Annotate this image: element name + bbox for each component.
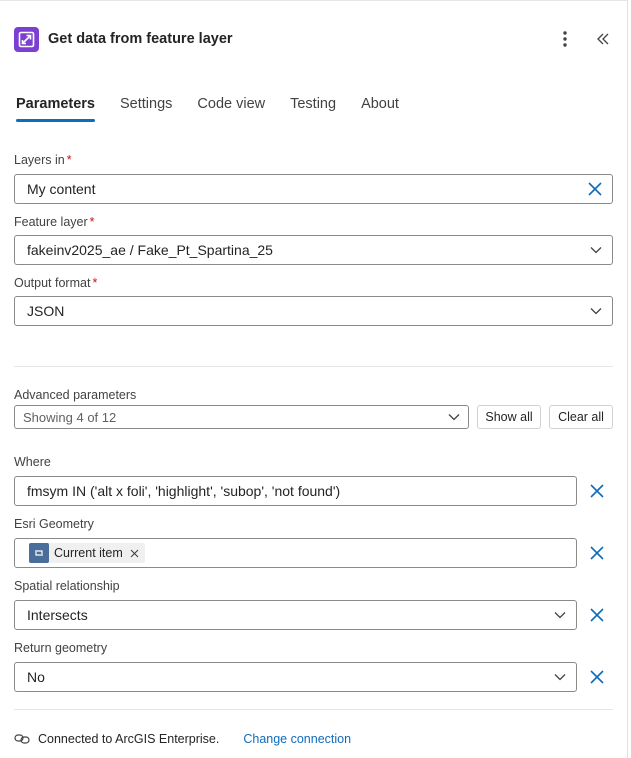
where-label: Where: [14, 455, 51, 469]
feature-layer-dropdown[interactable]: fakeinv2025_ae / Fake_Pt_Spartina_25: [14, 235, 613, 265]
chevron-down-icon: [554, 601, 566, 629]
remove-esri-geometry-icon[interactable]: [586, 542, 608, 564]
tab-settings[interactable]: Settings: [120, 96, 172, 122]
more-options-icon[interactable]: [555, 29, 575, 49]
feature-layer-value: fakeinv2025_ae / Fake_Pt_Spartina_25: [27, 242, 273, 258]
required-marker: *: [66, 153, 72, 167]
footer-divider: [14, 709, 613, 710]
required-marker: *: [92, 276, 98, 290]
tab-code-view[interactable]: Code view: [197, 96, 265, 122]
advanced-parameters-label: Advanced parameters: [14, 388, 137, 402]
tab-bar: Parameters Settings Code view Testing Ab…: [16, 96, 424, 122]
connection-status: Connected to ArcGIS Enterprise.: [38, 732, 220, 746]
spatial-relationship-dropdown[interactable]: Intersects: [14, 600, 577, 630]
collapse-panel-icon[interactable]: [593, 29, 613, 49]
layers-in-value: My content: [27, 181, 96, 197]
spatial-relationship-value: Intersects: [27, 607, 88, 623]
tab-testing[interactable]: Testing: [290, 96, 336, 122]
change-connection-link[interactable]: Change connection: [243, 732, 351, 746]
output-format-label-text: Output format: [14, 276, 91, 290]
layers-in-label: Layers in *: [14, 153, 72, 167]
link-icon: [14, 731, 30, 747]
remove-return-geometry-icon[interactable]: [586, 666, 608, 688]
return-geometry-dropdown[interactable]: No: [14, 662, 577, 692]
clear-icon[interactable]: [588, 175, 602, 203]
esri-geometry-input[interactable]: Current item: [14, 538, 577, 568]
where-value: fmsym IN ('alt x foli', 'highlight', 'su…: [27, 483, 341, 499]
layers-in-field[interactable]: My content: [14, 174, 613, 204]
section-divider: [14, 366, 613, 367]
where-input[interactable]: fmsym IN ('alt x foli', 'highlight', 'su…: [14, 476, 577, 506]
action-app-icon: [14, 26, 39, 52]
remove-spatial-relationship-icon[interactable]: [586, 604, 608, 626]
remove-token-icon[interactable]: [130, 549, 139, 558]
panel-header: Get data from feature layer: [14, 26, 613, 52]
panel-title: Get data from feature layer: [48, 31, 233, 47]
action-panel: Get data from feature layer Parameters S…: [0, 0, 628, 758]
tab-parameters[interactable]: Parameters: [16, 96, 95, 122]
loop-icon: [29, 543, 49, 563]
layers-in-label-text: Layers in: [14, 153, 65, 167]
header-actions: [555, 26, 613, 52]
return-geometry-value: No: [27, 669, 45, 685]
clear-all-button[interactable]: Clear all: [549, 405, 613, 429]
chevron-down-icon: [554, 663, 566, 691]
current-item-token: Current item: [29, 543, 145, 563]
show-all-button[interactable]: Show all: [477, 405, 541, 429]
chevron-down-icon: [448, 406, 460, 428]
spatial-relationship-label: Spatial relationship: [14, 579, 120, 593]
tab-about[interactable]: About: [361, 96, 399, 122]
output-format-value: JSON: [27, 303, 65, 319]
esri-geometry-label: Esri Geometry: [14, 517, 94, 531]
return-geometry-label: Return geometry: [14, 641, 108, 655]
chevron-down-icon: [590, 236, 602, 264]
connection-footer: Connected to ArcGIS Enterprise. Change c…: [14, 731, 351, 747]
chevron-down-icon: [590, 297, 602, 325]
feature-layer-label: Feature layer *: [14, 215, 95, 229]
remove-where-icon[interactable]: [586, 480, 608, 502]
output-format-dropdown[interactable]: JSON: [14, 296, 613, 326]
advanced-parameters-dropdown[interactable]: Showing 4 of 12: [14, 405, 469, 429]
output-format-label: Output format *: [14, 276, 97, 290]
required-marker: *: [89, 215, 95, 229]
current-item-label: Current item: [54, 546, 123, 560]
advanced-parameters-summary: Showing 4 of 12: [23, 409, 117, 425]
feature-layer-label-text: Feature layer: [14, 215, 88, 229]
